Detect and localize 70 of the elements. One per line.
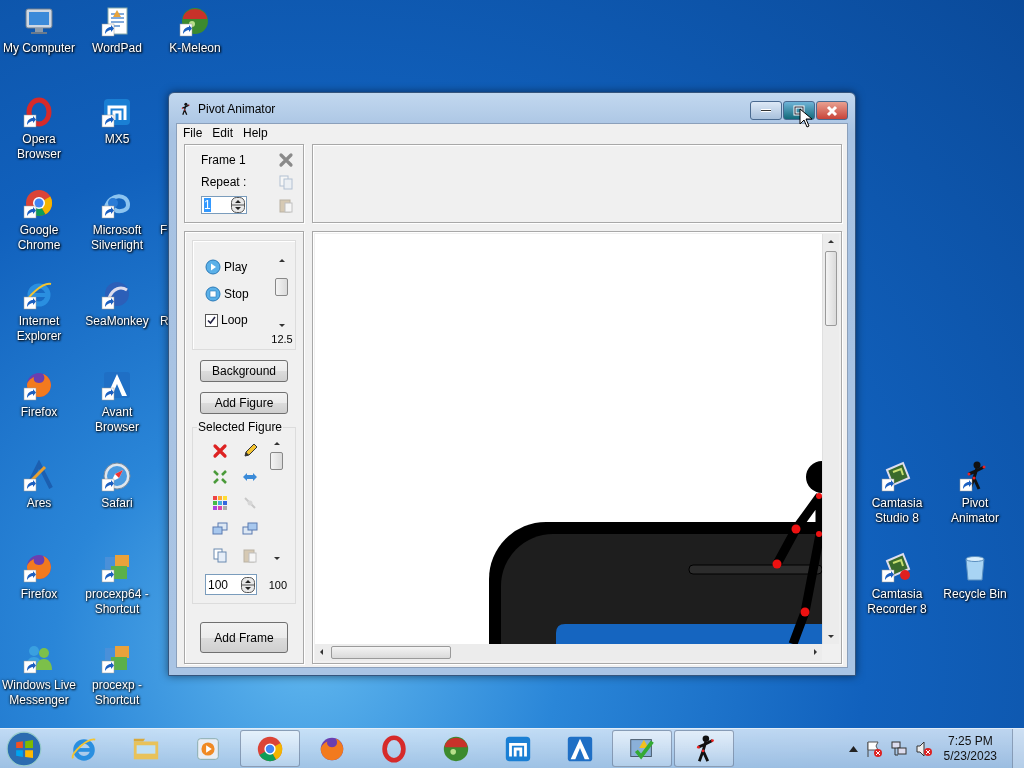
desktop-icon-label[interactable]: Camtasia Recorder 8 <box>859 587 935 617</box>
caret-icon[interactable] <box>848 745 858 752</box>
show-desktop-button[interactable] <box>1012 729 1024 768</box>
color-grid-icon[interactable] <box>212 495 228 511</box>
background-button[interactable]: Background <box>200 360 288 382</box>
desktop-icon-label[interactable]: F <box>160 223 168 238</box>
taskbar-button[interactable] <box>674 730 734 767</box>
speed-reading: 12.5 <box>271 333 293 345</box>
stop-icon <box>205 286 221 302</box>
flag-icon[interactable] <box>864 739 883 758</box>
desktop-icon-label[interactable]: Internet Explorer <box>1 314 77 344</box>
repeat-label: Repeat : <box>201 175 248 189</box>
mouse-pointer-icon <box>799 108 813 128</box>
desktop-icon-label[interactable]: Avant Browser <box>79 405 155 435</box>
desktop-icon-label[interactable]: MX5 <box>104 132 130 147</box>
desktop-icon-label[interactable]: procexp64 - Shortcut <box>79 587 155 617</box>
desktop-icon-label[interactable]: R <box>160 314 169 329</box>
spin-arrows-icon[interactable] <box>241 576 255 593</box>
delete-icon[interactable] <box>278 152 294 168</box>
slider-thumb[interactable] <box>275 278 288 296</box>
horizontal-scrollbar[interactable] <box>315 644 822 661</box>
clock[interactable]: 7:25 PM 5/23/2023 <box>943 733 997 764</box>
pencil-icon[interactable] <box>242 443 258 459</box>
frame-label: Frame 1 <box>201 153 247 167</box>
maximize-icon <box>792 104 806 117</box>
window-title: Pivot Animator <box>198 102 276 116</box>
menu-item[interactable]: File <box>178 126 208 140</box>
desktop-icon-label[interactable]: Firefox <box>20 405 58 420</box>
play-icon <box>205 259 221 275</box>
desktop-icon-label[interactable]: Recycle Bin <box>943 587 1007 602</box>
desktop-icon-label[interactable]: WordPad <box>92 41 142 56</box>
checkbox-label[interactable]: Loop <box>221 313 248 327</box>
desktop-icon-label[interactable]: K-Meleon <box>169 41 221 56</box>
menu-item[interactable]: Help <box>238 126 273 140</box>
copy-icon[interactable] <box>212 547 228 563</box>
network-icon[interactable] <box>889 739 908 758</box>
desktop-icon-label[interactable]: Windows Live Messenger <box>1 678 77 708</box>
slider-reading: 100 <box>268 578 287 591</box>
spin-arrows-icon[interactable] <box>231 197 245 213</box>
desktop-icon-label[interactable]: SeaMonkey <box>85 314 149 329</box>
stop-button[interactable]: Stop <box>205 286 269 302</box>
vertical-scrollbar[interactable] <box>822 234 839 644</box>
desktop-icon-label[interactable]: Opera Browser <box>1 132 77 162</box>
desktop-icon-label[interactable]: procexp - Shortcut <box>79 678 155 708</box>
group-title: Selected Figure <box>197 420 284 434</box>
desktop-icon-label[interactable]: Microsoft Silverlight <box>79 223 155 253</box>
minimize-button[interactable] <box>750 101 782 120</box>
desktop-icon-label[interactable]: Firefox <box>20 587 58 602</box>
desktop-icon-label[interactable]: Ares <box>26 496 52 511</box>
slider-thumb[interactable] <box>270 452 283 470</box>
add-frame-button[interactable]: Add Frame <box>200 622 288 653</box>
play-button[interactable]: Play <box>205 259 269 275</box>
delete-icon[interactable] <box>212 443 228 459</box>
ring-icon <box>379 733 409 764</box>
desktop-icon-label[interactable]: Google Chrome <box>1 223 77 253</box>
muted-speaker-icon[interactable] <box>914 739 933 758</box>
layers-back-icon[interactable] <box>242 521 258 537</box>
desktop-icon-label[interactable]: Camtasia Studio 8 <box>859 496 935 526</box>
add-figure-button[interactable]: Add Figure <box>200 392 288 414</box>
layers-front-icon[interactable] <box>212 521 228 537</box>
loop-checkbox[interactable] <box>205 313 218 327</box>
close-icon <box>825 104 839 117</box>
desktop-icon-label[interactable]: Pivot Animator <box>937 496 1013 526</box>
desktop-icon-label[interactable]: My Computer <box>3 41 75 56</box>
close-button[interactable] <box>816 101 848 120</box>
desktop-icon-label[interactable]: Safari <box>101 496 133 511</box>
minimize-icon <box>760 108 772 113</box>
size-field[interactable]: 100 <box>205 574 257 595</box>
menu-item[interactable]: Edit <box>207 126 239 140</box>
arrows-inward-icon[interactable] <box>212 469 228 485</box>
